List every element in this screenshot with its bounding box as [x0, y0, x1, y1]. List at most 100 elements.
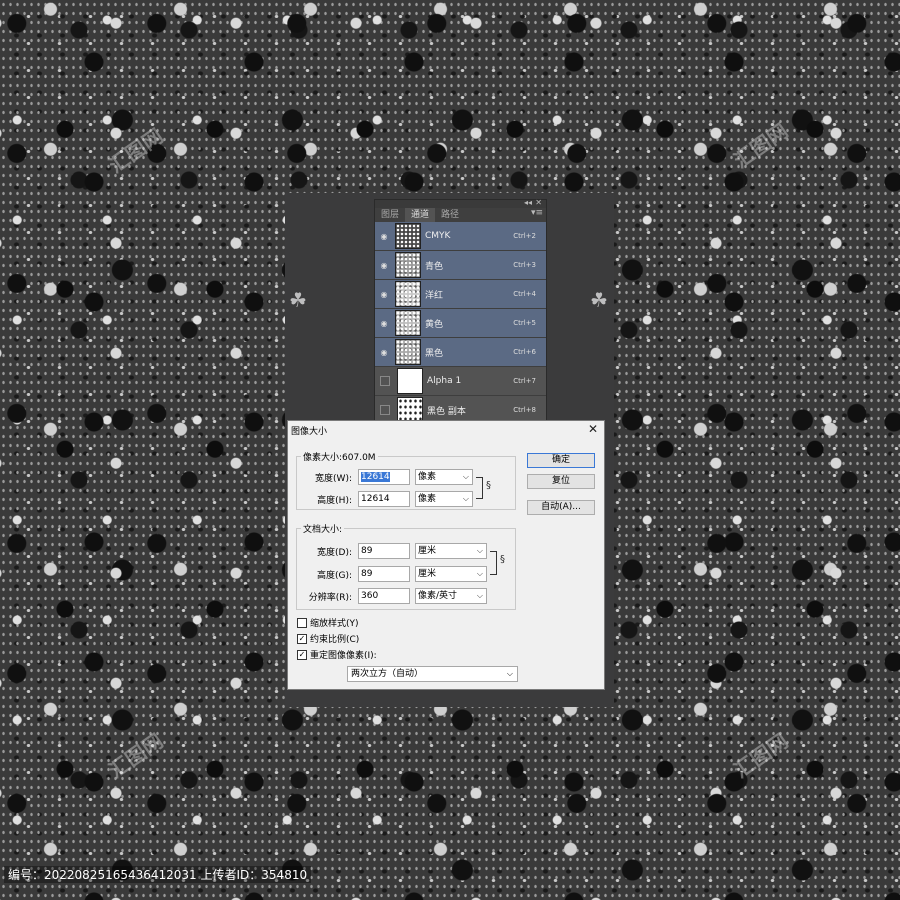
- visibility-toggle[interactable]: [380, 376, 390, 386]
- image-size-dialog: 图像大小 ✕ 像素大小:607.0M 宽度(W): 12614 像素 ⌵ 高度(H…: [287, 420, 605, 690]
- resolution-value: 360: [361, 591, 379, 601]
- width-px-unit: 像素: [418, 472, 437, 482]
- channel-row-cmyk[interactable]: ◉ CMYK Ctrl+2: [375, 222, 546, 251]
- doc-height-unit-select[interactable]: 厘米 ⌵: [415, 566, 487, 582]
- image-id-footer: 编号：20220825165436412031 上传者ID：354810: [4, 866, 312, 883]
- tab-paths[interactable]: 路径: [435, 208, 465, 222]
- channel-shortcut: Ctrl+5: [513, 319, 536, 327]
- resample-checkbox[interactable]: ✓ 重定图像像素(I):: [297, 648, 377, 661]
- channel-thumbnail: [397, 368, 423, 394]
- document-size-legend: 文档大小:: [303, 525, 343, 535]
- width-px-unit-select[interactable]: 像素 ⌵: [415, 469, 473, 485]
- check-icon[interactable]: ✓: [297, 633, 307, 644]
- checkbox-box[interactable]: [297, 617, 307, 628]
- eye-icon[interactable]: ◉: [375, 348, 393, 357]
- doc-width-label: 宽度(D):: [317, 548, 352, 558]
- watermark-icon: 汇图网: [729, 728, 793, 783]
- resolution-unit-select[interactable]: 像素/英寸 ⌵: [415, 588, 487, 604]
- channel-thumbnail: [395, 252, 421, 278]
- watermark-icon: 汇图网: [729, 118, 793, 173]
- width-px-input[interactable]: 12614: [358, 469, 410, 485]
- link-bracket: [476, 477, 483, 499]
- close-icon[interactable]: ✕: [535, 198, 542, 207]
- doc-width-unit: 厘米: [418, 546, 437, 556]
- height-px-unit-select[interactable]: 像素 ⌵: [415, 491, 473, 507]
- panel-title-bar: ◂◂ ✕: [375, 198, 546, 208]
- chevron-down-icon: ⌵: [476, 546, 483, 555]
- eye-icon[interactable]: ◉: [375, 232, 393, 241]
- watermark-icon: 汇图网: [104, 123, 168, 178]
- close-icon[interactable]: ✕: [588, 422, 598, 436]
- scale-styles-label: 缩放样式(Y): [310, 619, 359, 629]
- doc-height-value: 89: [361, 569, 373, 579]
- doc-width-input[interactable]: 89: [358, 543, 410, 559]
- constrain-proportions-checkbox[interactable]: ✓ 约束比例(C): [297, 632, 359, 645]
- chain-link-icon: §: [500, 554, 505, 565]
- channel-shortcut: Ctrl+3: [513, 261, 536, 269]
- chevron-down-icon: ⌵: [476, 591, 483, 600]
- channel-name: 洋红: [425, 290, 444, 301]
- channel-name: CMYK: [425, 231, 451, 241]
- collapse-icon[interactable]: ◂◂: [524, 198, 532, 207]
- pixel-dimensions-legend: 像素大小:607.0M: [303, 453, 376, 463]
- channels-panel: ◂◂ ✕ 图层 通道 路径 ▾≡ ◉ CMYK Ctrl+2 ◉ 青色 Ctrl…: [374, 198, 547, 425]
- channel-name: 黑色: [425, 348, 444, 359]
- doc-height-label: 高度(G):: [316, 571, 352, 581]
- resolution-label: 分辨率(R):: [308, 593, 352, 603]
- resample-label: 重定图像像素(I):: [310, 651, 377, 661]
- height-label: 高度(H):: [317, 496, 352, 506]
- channel-shortcut: Ctrl+4: [513, 290, 536, 298]
- doc-height-input[interactable]: 89: [358, 566, 410, 582]
- ok-button[interactable]: 确定: [527, 453, 595, 468]
- eye-icon[interactable]: ◉: [375, 290, 393, 299]
- channel-name: 黑色 副本: [427, 406, 466, 417]
- dialog-title: 图像大小: [291, 427, 328, 437]
- watermark-logo-icon: ☘: [590, 288, 608, 312]
- resample-method-select[interactable]: 两次立方（自动） ⌵: [347, 666, 518, 682]
- channel-shortcut: Ctrl+2: [513, 232, 536, 240]
- check-icon[interactable]: ✓: [297, 649, 307, 660]
- watermark-icon: 汇图网: [104, 728, 168, 783]
- channel-row-cyan[interactable]: ◉ 青色 Ctrl+3: [375, 251, 546, 280]
- panel-menu-icon[interactable]: ▾≡: [531, 208, 543, 218]
- height-px-value: 12614: [361, 494, 390, 504]
- width-px-value: 12614: [361, 472, 390, 482]
- channel-thumbnail: [395, 339, 421, 365]
- scale-styles-checkbox[interactable]: 缩放样式(Y): [297, 616, 359, 629]
- channel-thumbnail: [395, 281, 421, 307]
- chevron-down-icon: ⌵: [506, 669, 513, 678]
- chevron-down-icon: ⌵: [462, 494, 469, 503]
- channel-row-black[interactable]: ◉ 黑色 Ctrl+6: [375, 338, 546, 367]
- channel-row-yellow[interactable]: ◉ 黄色 Ctrl+5: [375, 309, 546, 338]
- panel-tabs: 图层 通道 路径 ▾≡: [375, 208, 546, 222]
- doc-height-unit: 厘米: [418, 569, 437, 579]
- visibility-toggle[interactable]: [380, 405, 390, 415]
- channel-row-magenta[interactable]: ◉ 洋红 Ctrl+4: [375, 280, 546, 309]
- resolution-unit: 像素/英寸: [418, 591, 458, 601]
- width-label: 宽度(W):: [315, 474, 352, 484]
- channel-shortcut: Ctrl+8: [513, 406, 536, 414]
- channel-shortcut: Ctrl+7: [513, 377, 536, 385]
- doc-width-unit-select[interactable]: 厘米 ⌵: [415, 543, 487, 559]
- eye-icon[interactable]: ◉: [375, 319, 393, 328]
- chevron-down-icon: ⌵: [462, 472, 469, 481]
- watermark-logo-icon: ☘: [289, 288, 307, 312]
- tab-layers[interactable]: 图层: [375, 208, 405, 222]
- channel-name: 黄色: [425, 319, 444, 330]
- constrain-label: 约束比例(C): [310, 635, 360, 645]
- doc-width-value: 89: [361, 546, 373, 556]
- channel-thumbnail: [395, 310, 421, 336]
- auto-button[interactable]: 自动(A)...: [527, 500, 595, 515]
- channel-name: Alpha 1: [427, 376, 462, 386]
- chevron-down-icon: ⌵: [476, 569, 483, 578]
- reset-button[interactable]: 复位: [527, 474, 595, 489]
- chain-link-icon: §: [486, 480, 491, 491]
- channel-row-alpha1[interactable]: Alpha 1 Ctrl+7: [375, 367, 546, 396]
- height-px-unit: 像素: [418, 494, 437, 504]
- eye-icon[interactable]: ◉: [375, 261, 393, 270]
- desktop-background: { "panel": { "tabs": [ {"label": "图层"}, …: [0, 0, 900, 900]
- tab-channels[interactable]: 通道: [405, 208, 436, 222]
- resolution-input[interactable]: 360: [358, 588, 410, 604]
- height-px-input[interactable]: 12614: [358, 491, 410, 507]
- channel-shortcut: Ctrl+6: [513, 348, 536, 356]
